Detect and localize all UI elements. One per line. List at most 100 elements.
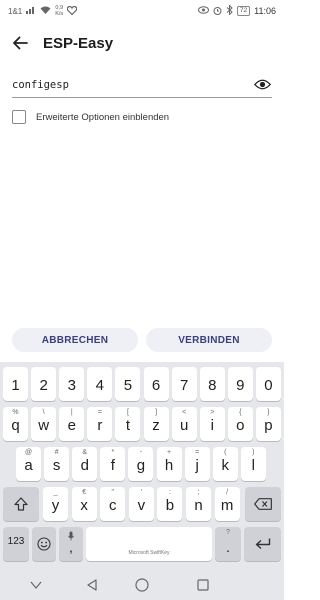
advanced-options-checkbox[interactable] — [12, 110, 26, 124]
password-field[interactable]: configesp — [12, 72, 272, 98]
password-input[interactable]: configesp — [12, 79, 252, 91]
key-label: e — [67, 417, 76, 434]
key-e[interactable]: | e — [59, 407, 85, 441]
key-2[interactable]: 2 — [31, 367, 57, 401]
back-triangle-icon[interactable] — [84, 577, 100, 593]
connect-button[interactable]: VERBINDEN — [146, 328, 272, 352]
key-t[interactable]: [t — [115, 407, 141, 441]
key-0[interactable]: 0 — [255, 367, 281, 401]
key-hint: : — [168, 489, 171, 496]
key-label: v — [137, 497, 146, 514]
backspace-icon — [254, 498, 272, 510]
key-1[interactable]: 1 — [3, 367, 29, 401]
key-hint: € — [82, 489, 87, 496]
key-c[interactable]: " c — [100, 487, 126, 521]
clock: 11:06 — [254, 6, 276, 16]
back-arrow-icon[interactable] — [9, 32, 31, 54]
key-z[interactable]: ] z — [143, 407, 169, 441]
key-hint: # — [54, 449, 59, 456]
key-hint: | — [70, 409, 73, 416]
key-label: i — [210, 417, 214, 434]
key-hint: ) — [252, 449, 255, 456]
key-w[interactable]: \ w — [31, 407, 57, 441]
key-hint: & — [82, 449, 88, 456]
key-label: a — [24, 457, 33, 474]
key-label: 2 — [39, 377, 48, 394]
symbols-key[interactable]: 123 — [3, 527, 29, 561]
key-p[interactable]: } p — [255, 407, 281, 441]
signal-icon — [26, 6, 36, 16]
key-label: h — [164, 457, 174, 474]
alarm-icon — [213, 6, 222, 17]
key-x[interactable]: € x — [71, 487, 97, 521]
key-3[interactable]: 3 — [59, 367, 85, 401]
key-l[interactable]: ) l — [240, 447, 266, 481]
backspace-key[interactable] — [245, 487, 281, 521]
key-label: z — [152, 417, 160, 434]
show-password-icon[interactable] — [252, 77, 272, 93]
key-i[interactable]: > i — [199, 407, 225, 441]
key-g[interactable]: -g — [128, 447, 154, 481]
key-label: y — [51, 497, 60, 514]
key-d[interactable]: & d — [72, 447, 98, 481]
space-key[interactable]: Microsoft SwiftKey — [86, 527, 212, 561]
key-u[interactable]: < u — [171, 407, 197, 441]
key-y[interactable]: _ y — [43, 487, 69, 521]
key-label: 8 — [208, 377, 217, 394]
key-hint: < — [182, 409, 187, 416]
carrier-label: 1&1 — [8, 6, 23, 16]
key-r[interactable]: = r — [87, 407, 113, 441]
key-5[interactable]: 5 — [115, 367, 141, 401]
key-k[interactable]: (k — [212, 447, 238, 481]
enter-key[interactable] — [244, 527, 281, 561]
period-key[interactable]: ? . — [215, 527, 241, 561]
key-q[interactable]: % q — [3, 407, 29, 441]
key-hint: ( — [224, 449, 227, 456]
key-m[interactable]: / m — [214, 487, 240, 521]
period-key-hint: ? — [226, 529, 230, 536]
key-label: k — [221, 457, 229, 474]
advanced-options-label: Erweiterte Optionen einblenden — [36, 111, 170, 123]
network-speed-unit: K/s — [55, 11, 64, 17]
key-o[interactable]: {o — [227, 407, 253, 441]
key-s[interactable]: # s — [44, 447, 70, 481]
home-icon[interactable] — [134, 577, 150, 593]
cancel-button[interactable]: ABBRECHEN — [12, 328, 138, 352]
key-label: u — [179, 417, 189, 434]
key-label: b — [165, 497, 175, 514]
key-v[interactable]: ' v — [128, 487, 154, 521]
comma-key[interactable]: , — [59, 527, 83, 561]
key-label: j — [195, 457, 199, 474]
enter-icon — [255, 538, 271, 550]
wifi-icon — [40, 6, 51, 16]
key-hint: / — [226, 489, 229, 496]
keyboard-row-numbers: 1 2 3 4 5 6 7 8 9 0 — [0, 367, 284, 401]
recents-icon[interactable] — [195, 577, 211, 593]
shift-key[interactable] — [3, 487, 39, 521]
key-8[interactable]: 8 — [199, 367, 225, 401]
key-hint: } — [267, 409, 270, 416]
symbols-key-label: 123 — [7, 536, 25, 547]
keyboard-row-3: _ y € x " c ' v: b; n / m — [0, 487, 284, 521]
key-j[interactable]: = j — [184, 447, 210, 481]
key-7[interactable]: 7 — [171, 367, 197, 401]
key-label: q — [11, 417, 20, 434]
advanced-options-row[interactable]: Erweiterte Optionen einblenden — [12, 108, 169, 126]
keyboard-row-2: @ a # s & d * f - g + h = j(k) l — [0, 447, 284, 481]
key-6[interactable]: 6 — [143, 367, 169, 401]
key-h[interactable]: + h — [156, 447, 182, 481]
key-label: o — [236, 417, 245, 434]
key-9[interactable]: 9 — [227, 367, 253, 401]
key-label: c — [108, 497, 117, 514]
key-4[interactable]: 4 — [87, 367, 113, 401]
page-title: ESP-Easy — [43, 34, 114, 52]
emoji-key[interactable] — [32, 527, 56, 561]
key-f[interactable]: * f — [100, 447, 126, 481]
navigation-bar — [0, 570, 284, 600]
key-n[interactable]: ; n — [186, 487, 212, 521]
key-b[interactable]: :b — [157, 487, 183, 521]
key-label: 5 — [123, 377, 133, 394]
back-nav-icon[interactable] — [28, 577, 44, 593]
key-hint: * — [111, 449, 115, 456]
key-a[interactable]: @ a — [16, 447, 42, 481]
